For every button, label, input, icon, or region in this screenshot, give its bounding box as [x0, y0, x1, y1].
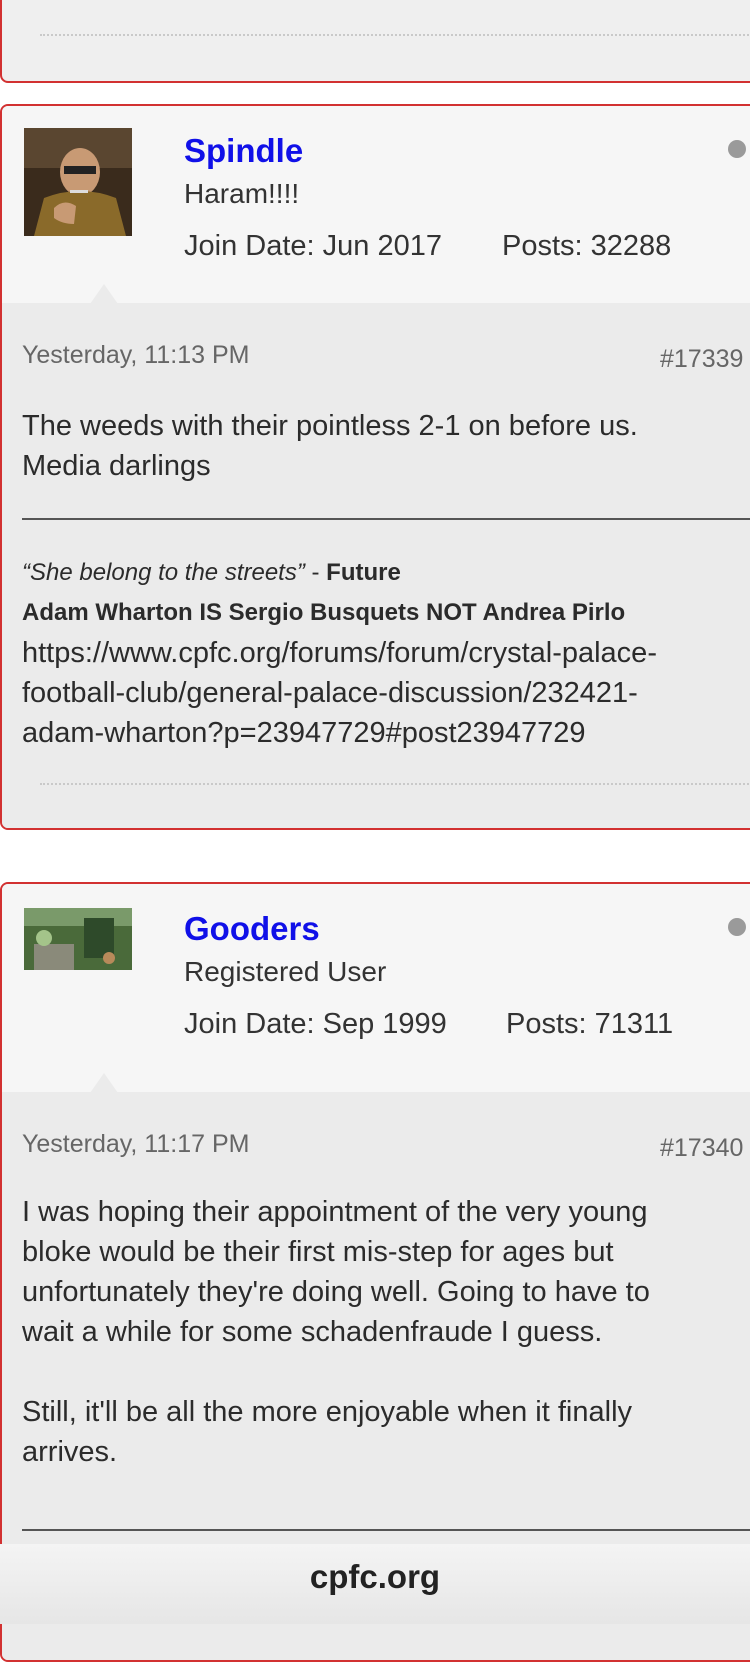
signature-quote: “She belong to the streets”	[22, 559, 305, 586]
signature-divider	[22, 1529, 750, 1531]
message-line: arrives.	[22, 1436, 118, 1468]
pointer-arrow	[90, 1073, 118, 1093]
post-date: Yesterday, 11:17 PM	[22, 1130, 250, 1158]
offline-status-icon	[728, 918, 746, 936]
signature-dash: -	[304, 559, 327, 586]
signature-divider	[22, 518, 750, 520]
message-line: Still, it'll be all the more enjoyable w…	[22, 1396, 633, 1428]
message-line: bloke would be their first mis-step for …	[22, 1236, 614, 1268]
message-line: I was hoping their appointment of the ve…	[22, 1196, 648, 1228]
join-date: Join Date: Jun 2017	[184, 230, 442, 262]
signature: “She belong to the streets” - Future Ada…	[22, 553, 722, 753]
message-line: wait a while for some schadenfraude I gu…	[22, 1316, 603, 1348]
userinfo: Spindle Haram!!!! Join Date: Jun 2017 Po…	[2, 106, 750, 304]
signature-bold-line: Adam Wharton IS Sergio Busquets NOT Andr…	[22, 599, 626, 626]
username[interactable]: Gooders	[184, 910, 320, 948]
user-title: Registered User	[184, 956, 387, 987]
post-message: I was hoping their appointment of the ve…	[22, 1192, 722, 1472]
pointer-arrow	[90, 284, 118, 304]
message-line	[22, 1352, 722, 1392]
message-line: unfortunately they're doing well. Going …	[22, 1276, 650, 1308]
posts-count: Posts: 32288	[502, 230, 672, 262]
avatar[interactable]	[24, 908, 132, 970]
username[interactable]: Spindle	[184, 132, 303, 170]
post-message: The weeds with their pointless 2-1 on be…	[22, 406, 722, 486]
offline-status-icon	[728, 140, 746, 158]
message-line: The weeds with their pointless 2-1 on be…	[22, 410, 638, 442]
signature-quote-line: “She belong to the streets” - Future	[22, 553, 722, 593]
message-line: Media darlings	[22, 450, 211, 482]
posts-count: Posts: 71311	[506, 1008, 674, 1040]
signature-link-line[interactable]: adam-wharton?p=23947729#post23947729	[22, 713, 722, 753]
post-divider	[40, 34, 750, 36]
signature-author: Future	[326, 559, 401, 586]
previous-post	[0, 0, 750, 83]
post-date: Yesterday, 11:13 PM	[22, 341, 250, 369]
post-spindle: Spindle Haram!!!! Join Date: Jun 2017 Po…	[0, 104, 750, 830]
post-divider	[40, 783, 750, 785]
signature-link-line[interactable]: football-club/general-palace-discussion/…	[22, 673, 722, 713]
post-number[interactable]: #17339	[660, 345, 743, 374]
domain-label[interactable]: cpfc.org	[0, 1558, 750, 1596]
browser-address-bar[interactable]: cpfc.org	[0, 1544, 750, 1624]
postbody: Yesterday, 11:13 PM #17339 The weeds wit…	[2, 303, 750, 828]
user-title: Haram!!!!	[184, 178, 300, 209]
signature-link-line[interactable]: https://www.cpfc.org/forums/forum/crysta…	[22, 633, 722, 673]
join-date: Join Date: Sep 1999	[184, 1008, 447, 1040]
userinfo: Gooders Registered User Join Date: Sep 1…	[2, 884, 750, 1093]
post-number[interactable]: #17340	[660, 1134, 743, 1163]
avatar[interactable]	[24, 128, 132, 236]
